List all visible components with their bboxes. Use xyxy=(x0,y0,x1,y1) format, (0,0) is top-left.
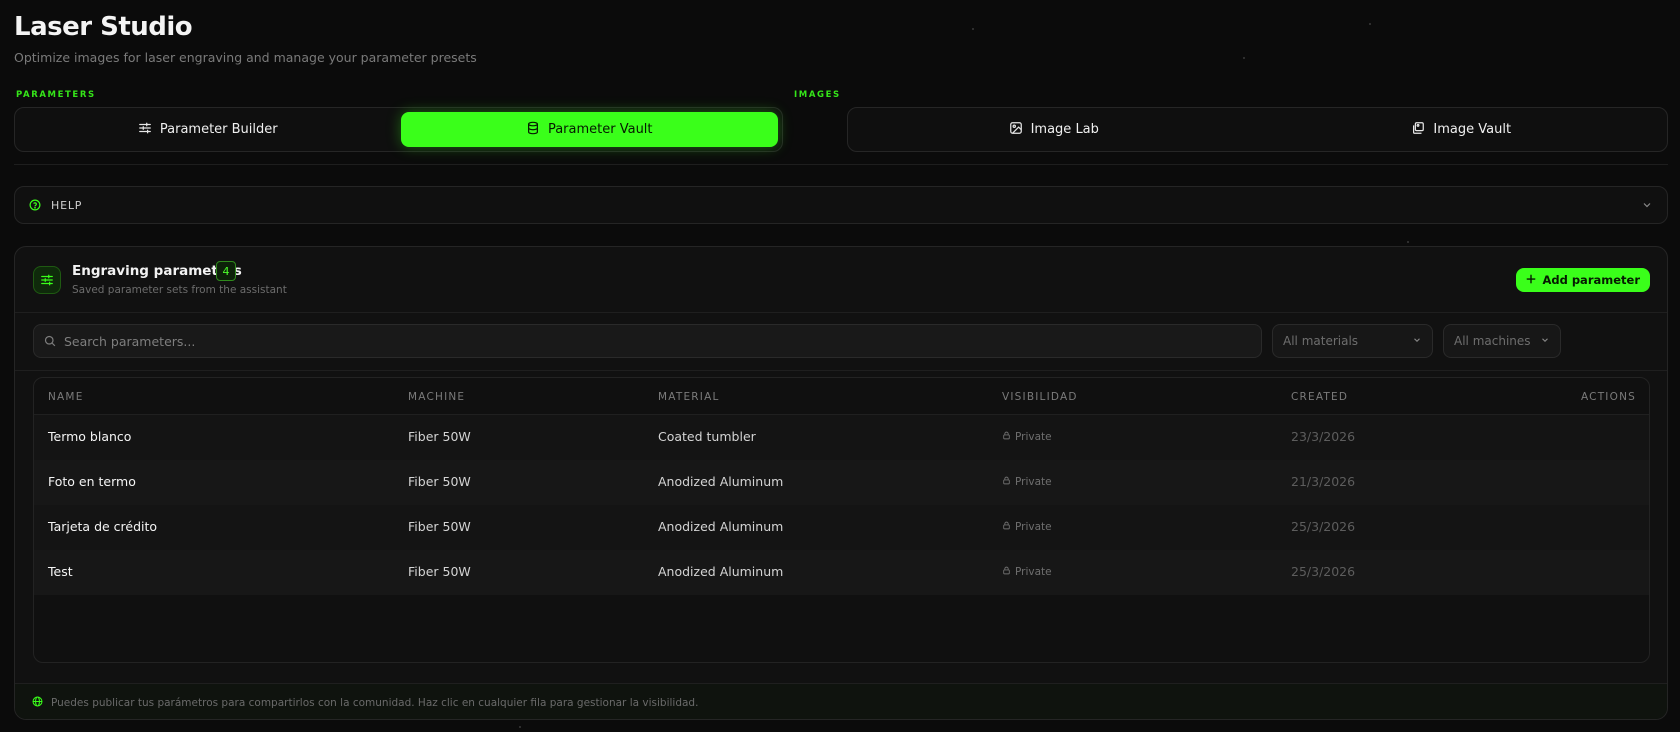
visibility-label: Private xyxy=(1015,566,1052,578)
globe-icon xyxy=(32,696,43,710)
table-row[interactable]: Foto en termo Fiber 50W Anodized Aluminu… xyxy=(34,460,1649,505)
tab-image-lab[interactable]: Image Lab xyxy=(852,112,1256,147)
tab-label: Image Lab xyxy=(1030,122,1099,137)
help-accordion[interactable]: HELP xyxy=(14,186,1668,224)
footer-note: Puedes publicar tus parámetros para comp… xyxy=(51,696,699,709)
cell-visibility: Private xyxy=(1002,566,1052,578)
cell-name: Foto en termo xyxy=(48,474,136,489)
parameters-tabgroup: Parameter Builder Parameter Vault xyxy=(14,107,783,152)
cell-visibility: Private xyxy=(1002,521,1052,533)
add-parameter-button[interactable]: Add parameter xyxy=(1516,268,1650,292)
decorative-dot xyxy=(1243,57,1245,59)
card-footer: Puedes publicar tus parámetros para comp… xyxy=(15,683,1667,719)
cell-name: Tarjeta de crédito xyxy=(48,519,158,534)
column-header-material[interactable]: MATERIAL xyxy=(658,391,720,403)
images-tabgroup: Image Lab Image Vault xyxy=(847,107,1668,152)
tab-parameter-builder[interactable]: Parameter Builder xyxy=(19,112,397,147)
cell-machine: Fiber 50W xyxy=(408,564,471,579)
cell-visibility: Private xyxy=(1002,431,1052,443)
visibility-label: Private xyxy=(1015,431,1052,443)
machines-select[interactable]: All machines xyxy=(1443,324,1561,358)
cell-created: 23/3/2026 xyxy=(1291,429,1356,444)
search-icon xyxy=(44,332,56,351)
materials-select-value: All materials xyxy=(1283,334,1359,348)
column-header-visibility[interactable]: VISIBILIDAD xyxy=(1002,391,1078,403)
card-header: Engraving parameters 4 Saved parameter s… xyxy=(15,247,1667,313)
sliders-icon xyxy=(33,266,61,294)
filters-bar: All materials All machines xyxy=(15,314,1667,371)
column-header-name[interactable]: NAME xyxy=(48,391,84,403)
parameters-card: Engraving parameters 4 Saved parameter s… xyxy=(14,246,1668,720)
tab-parameter-vault[interactable]: Parameter Vault xyxy=(400,112,778,147)
column-header-created[interactable]: CREATED xyxy=(1291,391,1348,403)
parameters-table: NAME MACHINE MATERIAL VISIBILIDAD CREATE… xyxy=(33,377,1650,663)
section-label-parameters: PARAMETERS xyxy=(16,90,96,100)
count-badge: 4 xyxy=(216,261,236,281)
database-icon xyxy=(526,121,540,139)
cell-machine: Fiber 50W xyxy=(408,474,471,489)
cell-machine: Fiber 50W xyxy=(408,519,471,534)
machines-select-value: All machines xyxy=(1454,334,1531,348)
images-icon xyxy=(1411,121,1425,139)
plus-icon xyxy=(1526,273,1536,287)
decorative-dot xyxy=(972,28,974,30)
help-circle-icon xyxy=(29,196,41,215)
cell-visibility: Private xyxy=(1002,476,1052,488)
column-header-machine[interactable]: MACHINE xyxy=(408,391,465,403)
tab-image-vault[interactable]: Image Vault xyxy=(1260,112,1664,147)
lock-icon xyxy=(1002,566,1011,578)
image-icon xyxy=(1009,121,1023,139)
table-row[interactable]: Termo blanco Fiber 50W Coated tumbler Pr… xyxy=(34,415,1649,460)
decorative-dot xyxy=(1407,241,1409,243)
cell-material: Coated tumbler xyxy=(658,429,756,444)
lock-icon xyxy=(1002,521,1011,533)
card-subtitle: Saved parameter sets from the assistant xyxy=(72,284,287,296)
cell-name: Termo blanco xyxy=(48,429,132,444)
cell-material: Anodized Aluminum xyxy=(658,564,784,579)
table-header: NAME MACHINE MATERIAL VISIBILIDAD CREATE… xyxy=(34,378,1649,415)
chevron-down-icon xyxy=(1641,196,1653,215)
page-title: Laser Studio xyxy=(14,12,193,42)
tab-label: Parameter Vault xyxy=(547,122,653,137)
decorative-dot xyxy=(519,726,521,728)
lock-icon xyxy=(1002,476,1011,488)
tab-label: Image Vault xyxy=(1433,122,1512,137)
search-box xyxy=(33,324,1262,358)
section-label-images: IMAGES xyxy=(794,90,841,100)
cell-name: Test xyxy=(48,564,73,579)
divider xyxy=(14,164,1668,165)
search-input[interactable] xyxy=(64,333,1251,349)
chevron-down-icon xyxy=(1540,334,1550,348)
chevron-down-icon xyxy=(1412,334,1422,348)
table-row[interactable]: Test Fiber 50W Anodized Aluminum Private… xyxy=(34,550,1649,595)
table-row[interactable]: Tarjeta de crédito Fiber 50W Anodized Al… xyxy=(34,505,1649,550)
tab-label: Parameter Builder xyxy=(159,122,278,137)
cell-created: 25/3/2026 xyxy=(1291,564,1356,579)
materials-select[interactable]: All materials xyxy=(1272,324,1433,358)
cell-created: 21/3/2026 xyxy=(1291,474,1356,489)
cell-machine: Fiber 50W xyxy=(408,429,471,444)
cell-material: Anodized Aluminum xyxy=(658,519,784,534)
visibility-label: Private xyxy=(1015,521,1052,533)
cell-created: 25/3/2026 xyxy=(1291,519,1356,534)
column-header-actions: ACTIONS xyxy=(1580,391,1636,403)
lock-icon xyxy=(1002,431,1011,443)
visibility-label: Private xyxy=(1015,476,1052,488)
add-parameter-label: Add parameter xyxy=(1542,273,1640,287)
help-label: HELP xyxy=(51,198,83,212)
decorative-dot xyxy=(1369,23,1371,25)
page-subtitle: Optimize images for laser engraving and … xyxy=(14,50,477,65)
cell-material: Anodized Aluminum xyxy=(658,474,784,489)
sliders-icon xyxy=(138,121,152,139)
